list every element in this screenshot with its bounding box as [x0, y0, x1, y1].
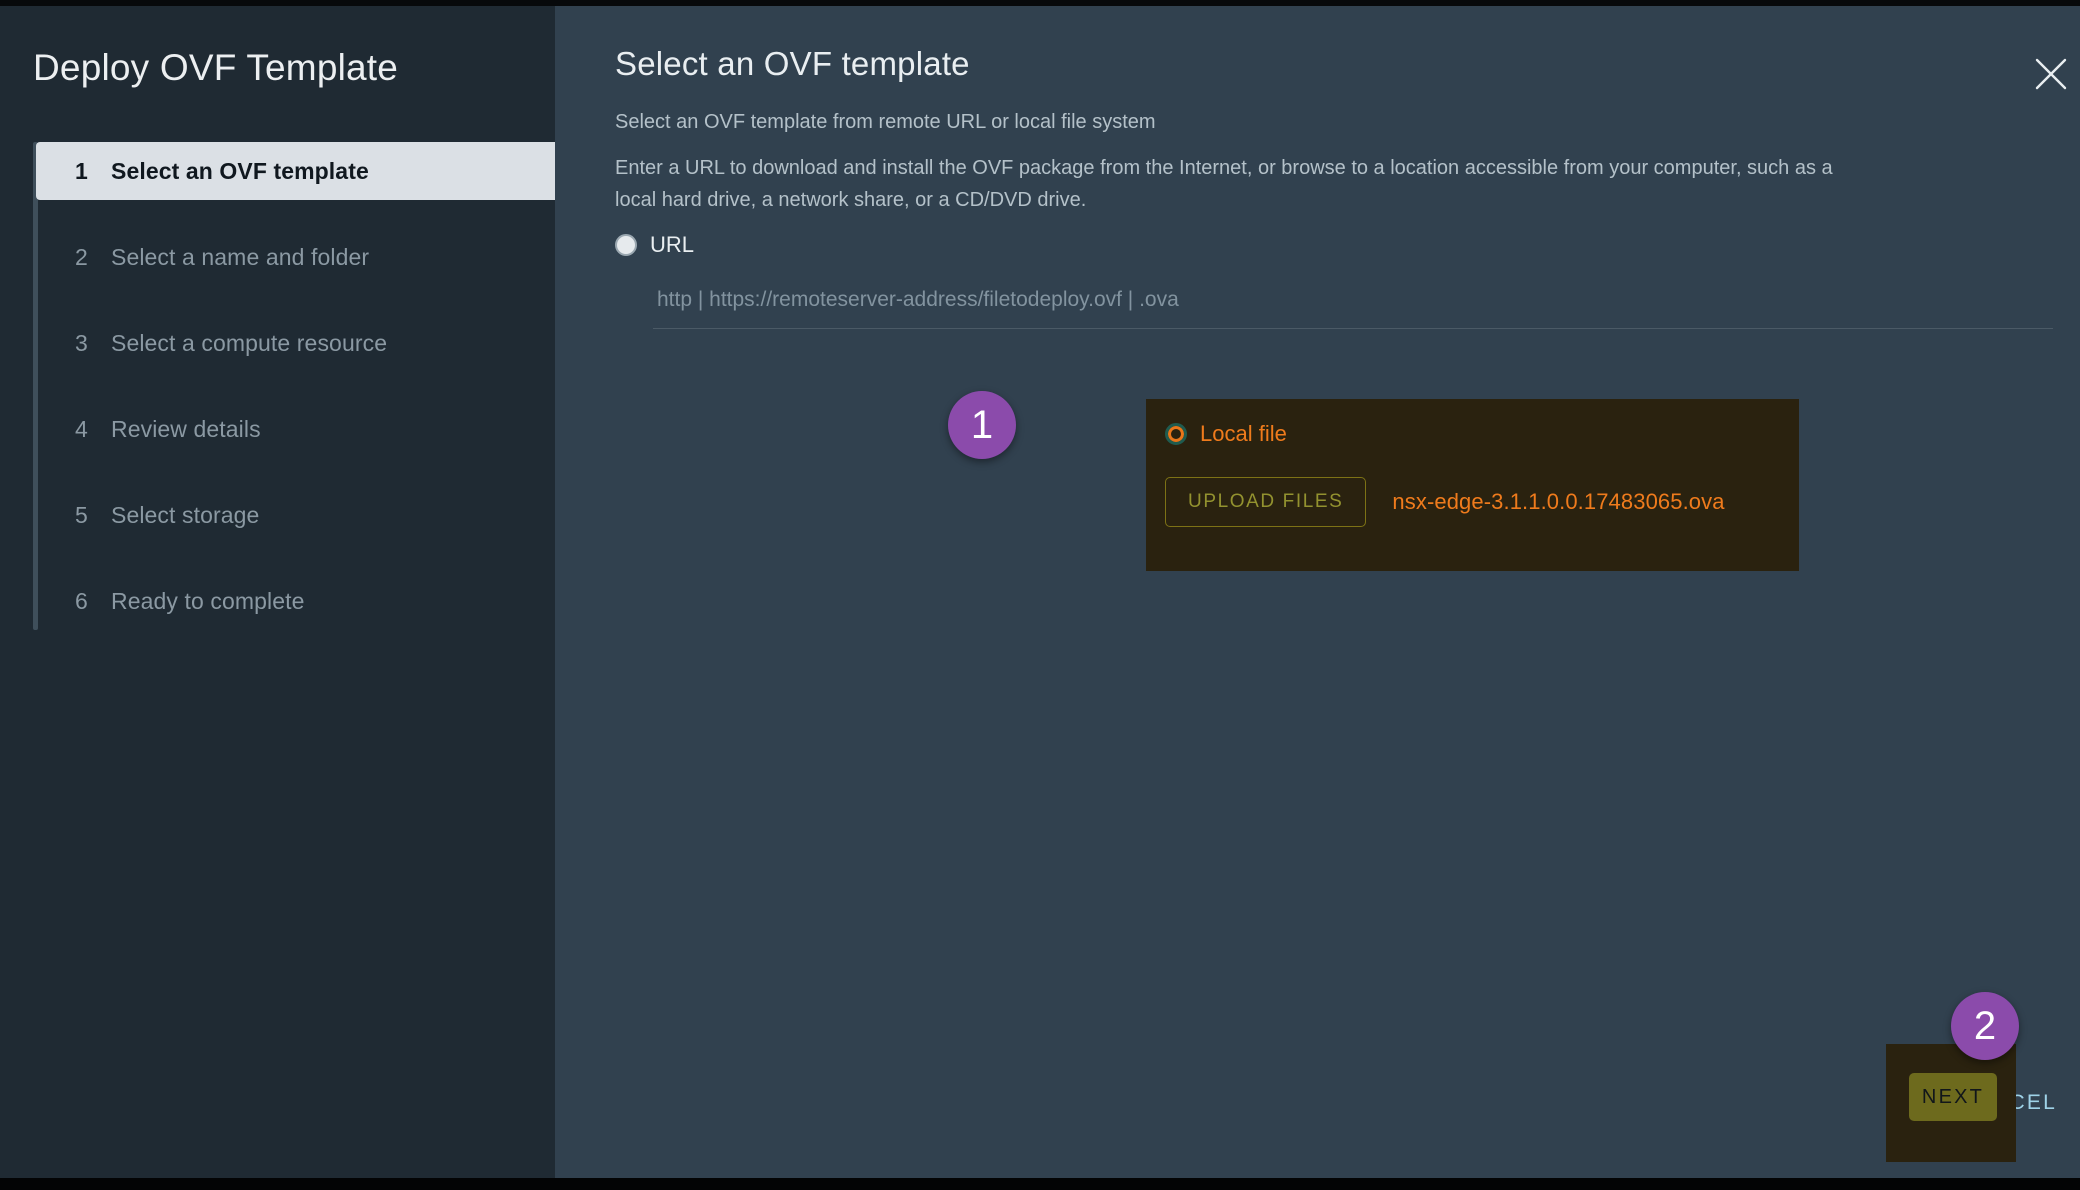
- url-radio-button[interactable]: [615, 234, 637, 257]
- step-number: 3: [75, 329, 88, 356]
- sidebar-step-select-compute-resource[interactable]: 3 Select a compute resource: [36, 314, 555, 372]
- local-file-option-label: Local file: [1200, 421, 1287, 446]
- wizard-step-list: 1 Select an OVF template 2 Select a name…: [0, 142, 555, 631]
- page-description: Enter a URL to download and install the …: [615, 156, 1833, 211]
- annotation-badge-2: 2: [1951, 992, 2019, 1060]
- sidebar-step-review-details[interactable]: 4 Review details: [36, 400, 555, 458]
- wizard-content-panel: Select an OVF template Select an OVF tem…: [555, 6, 2080, 1178]
- step-number: 6: [75, 587, 88, 614]
- step-label: Select an OVF template: [111, 157, 369, 184]
- local-file-radio-button[interactable]: [1165, 423, 1187, 445]
- dialog-title: Deploy OVF Template: [33, 47, 399, 88]
- step-label: Select storage: [111, 501, 260, 528]
- close-icon[interactable]: [2029, 52, 2073, 96]
- next-button[interactable]: NEXT: [1909, 1073, 1997, 1121]
- browser-chrome-bottom-strip: [0, 1178, 2080, 1190]
- annotation-badge-1: 1: [948, 391, 1016, 459]
- screen-root: Deploy OVF Template 1 Select an OVF temp…: [0, 0, 2080, 1190]
- step-number: 2: [75, 243, 88, 270]
- wizard-sidebar: Deploy OVF Template 1 Select an OVF temp…: [0, 6, 555, 1178]
- deploy-ovf-dialog: Deploy OVF Template 1 Select an OVF temp…: [0, 6, 2080, 1178]
- url-option-label: URL: [650, 232, 695, 258]
- page-title: Select an OVF template: [615, 45, 970, 82]
- step-label: Select a compute resource: [111, 329, 388, 356]
- sidebar-step-select-ovf-template[interactable]: 1 Select an OVF template: [36, 142, 555, 201]
- url-input-wrapper: [653, 284, 2053, 330]
- upload-row: UPLOAD FILES nsx-edge-3.1.1.0.0.17483065…: [1165, 477, 1799, 527]
- local-file-option-row[interactable]: Local file: [1165, 421, 1799, 447]
- url-input[interactable]: [653, 284, 2053, 330]
- upload-files-button[interactable]: UPLOAD FILES: [1165, 477, 1367, 527]
- sidebar-step-ready-to-complete[interactable]: 6 Ready to complete: [36, 572, 555, 630]
- sidebar-step-select-name-and-folder[interactable]: 2 Select a name and folder: [36, 228, 555, 286]
- step-number: 4: [75, 415, 88, 442]
- step-label: Ready to complete: [111, 587, 305, 614]
- step-label: Review details: [111, 415, 261, 442]
- dialog-footer: CANCEL: [555, 1028, 2080, 1178]
- url-option-row[interactable]: URL: [615, 232, 2053, 258]
- selected-filename: nsx-edge-3.1.1.0.0.17483065.ova: [1392, 489, 1725, 514]
- step-number: 1: [75, 157, 88, 184]
- sidebar-step-select-storage[interactable]: 5 Select storage: [36, 486, 555, 544]
- page-subtitle: Select an OVF template from remote URL o…: [615, 110, 1156, 133]
- step-label: Select a name and folder: [111, 243, 370, 270]
- step-number: 5: [75, 501, 88, 528]
- step-rail-divider: [33, 142, 38, 631]
- local-file-highlight-box: Local file UPLOAD FILES nsx-edge-3.1.1.0…: [1146, 399, 1799, 571]
